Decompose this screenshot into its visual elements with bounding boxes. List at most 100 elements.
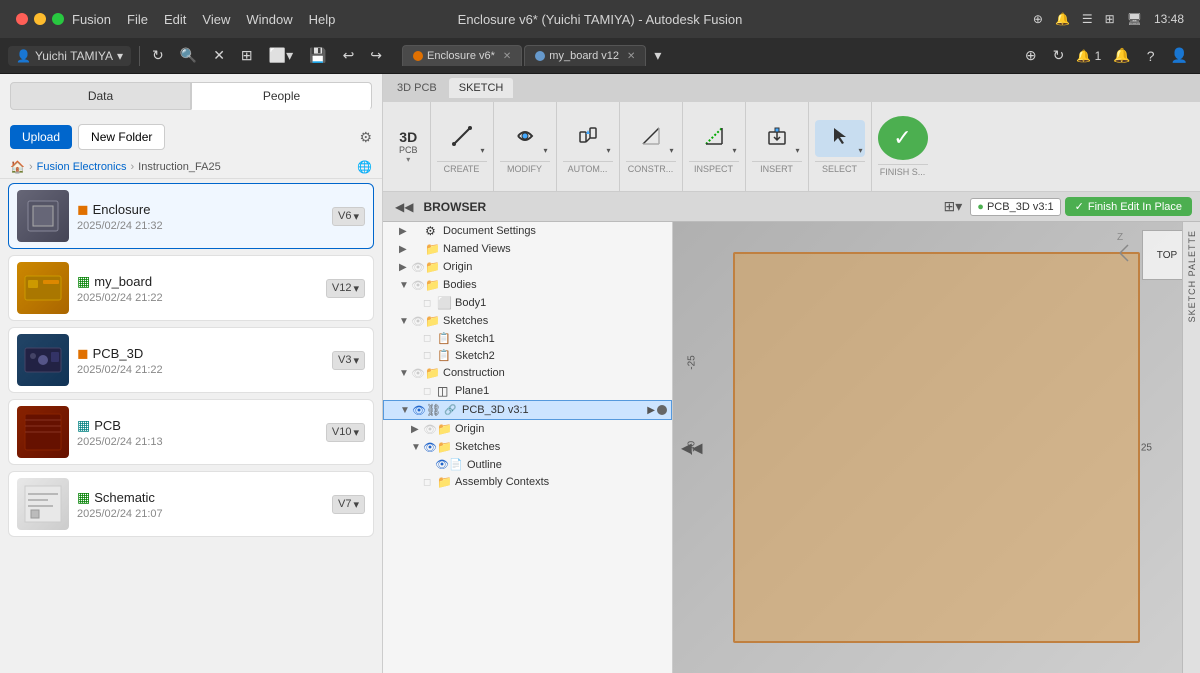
version-badge-myboard[interactable]: V12▾: [326, 279, 365, 298]
tab-enclosure[interactable]: Enclosure v6* ✕: [402, 45, 522, 66]
browser-collapse-button[interactable]: ◀◀: [391, 198, 417, 216]
autom-button[interactable]: ▾: [563, 120, 613, 157]
view-options-button[interactable]: ⬜▾: [265, 45, 297, 66]
add-tab-button[interactable]: ⊕: [1021, 45, 1041, 66]
data-tab[interactable]: Data: [10, 82, 191, 110]
help-button[interactable]: ?: [1143, 46, 1159, 66]
alerts-button[interactable]: 🔔: [1109, 45, 1134, 66]
breadcrumb-fusion-electronics[interactable]: Fusion Electronics: [37, 161, 127, 173]
upload-button[interactable]: Upload: [10, 125, 72, 149]
expand-icon[interactable]: ▼: [399, 280, 411, 291]
visibility-icon[interactable]: ◻: [423, 298, 437, 309]
pcb3d-expand-right[interactable]: ▶: [647, 405, 655, 416]
modify-button[interactable]: ▾: [500, 120, 550, 157]
tab-close-enclosure[interactable]: ✕: [503, 51, 511, 62]
file-item-pcb3d[interactable]: ◼ PCB_3D 2025/02/24 21:22 V3▾: [8, 327, 374, 393]
tree-pcb3d[interactable]: ▼ 👁 ⛓ 🔗 PCB_3D v3:1 ▶: [383, 400, 672, 420]
create-line-button[interactable]: ▾: [437, 120, 487, 157]
version-badge-enclosure[interactable]: V6▾: [332, 207, 365, 226]
eye-icon[interactable]: 👁: [412, 404, 426, 417]
version-badge-pcb[interactable]: V10▾: [326, 423, 365, 442]
inspect-button[interactable]: ▾: [689, 120, 739, 157]
home-icon[interactable]: 🏠: [10, 160, 25, 174]
search-button[interactable]: 🔍: [176, 45, 201, 66]
menu-fusion[interactable]: Fusion: [72, 12, 111, 27]
notification-count[interactable]: 🔔 1: [1076, 49, 1101, 63]
visibility-icon[interactable]: ◻: [423, 477, 437, 488]
menu-view[interactable]: View: [202, 12, 230, 27]
browser-expand-button[interactable]: ◀◀: [681, 439, 703, 456]
browser-grid-button[interactable]: ⊞▾: [939, 196, 966, 217]
save-button[interactable]: 💾: [305, 45, 330, 66]
grid-button[interactable]: ⊞: [237, 45, 257, 66]
visibility-icon[interactable]: 👁: [411, 261, 425, 274]
expand-icon[interactable]: ▼: [399, 316, 411, 327]
siri-icon[interactable]: ⊕: [1033, 12, 1043, 26]
display-icon[interactable]: 🖥: [1127, 12, 1142, 26]
constr-button[interactable]: ▾: [626, 120, 676, 157]
notification-icon[interactable]: 🔔: [1055, 12, 1070, 26]
finish-button[interactable]: ✓: [878, 116, 928, 160]
refresh-button[interactable]: ↻: [148, 45, 168, 66]
tree-pcb3d-sketches[interactable]: ▼ 👁 📁 Sketches: [383, 438, 672, 456]
select-button[interactable]: ▾: [815, 120, 865, 157]
globe-icon[interactable]: 🌐: [357, 160, 372, 174]
refresh-docs-button[interactable]: ↻: [1049, 45, 1069, 66]
redo-button[interactable]: ↪: [366, 45, 386, 66]
visibility-icon[interactable]: 👁: [411, 279, 425, 292]
user-button[interactable]: 👤 Yuichi TAMIYA ▾: [8, 46, 131, 66]
tree-outline[interactable]: ▶ 👁 📄 Outline: [383, 456, 672, 473]
visibility-icon[interactable]: 👁: [435, 458, 449, 471]
tree-sketch1[interactable]: ▶ ◻ 📋 Sketch1: [383, 330, 672, 347]
tree-sketch2[interactable]: ▶ ◻ 📋 Sketch2: [383, 347, 672, 364]
tab-sketch[interactable]: SKETCH: [449, 78, 514, 98]
panel-settings-icon[interactable]: ⚙: [359, 129, 372, 146]
file-item-pcb[interactable]: ▦ PCB 2025/02/24 21:13 V10▾: [8, 399, 374, 465]
menu-file[interactable]: File: [127, 12, 148, 27]
finish-edit-button[interactable]: ✓ Finish Edit In Place: [1065, 197, 1192, 216]
tree-origin[interactable]: ▶ 👁 📁 Origin: [383, 258, 672, 276]
minimize-button[interactable]: [34, 13, 46, 25]
viewport[interactable]: 25 -50 -25 TOP Z ◀◀: [673, 222, 1200, 673]
visibility-icon[interactable]: ◻: [423, 333, 437, 344]
expand-icon[interactable]: ▼: [400, 405, 412, 416]
undo-button[interactable]: ↩: [339, 45, 359, 66]
visibility-icon[interactable]: 👁: [423, 441, 437, 454]
profile-button[interactable]: 👤: [1167, 45, 1192, 66]
tree-construction[interactable]: ▼ 👁 📁 Construction: [383, 364, 672, 382]
visibility-icon[interactable]: 👁: [411, 367, 425, 380]
pcb3d-badge[interactable]: ● PCB_3D v3:1: [970, 198, 1060, 216]
file-item-enclosure[interactable]: ◼ Enclosure 2025/02/24 21:32 V6▾: [8, 183, 374, 249]
tree-named-views[interactable]: ▶ 📁 Named Views: [383, 240, 672, 258]
visibility-icon[interactable]: ◻: [423, 386, 437, 397]
3dpcb-button[interactable]: 3D PCB ▾: [387, 102, 431, 191]
pcb3d-options-icon[interactable]: [657, 405, 667, 415]
visibility-icon[interactable]: 👁: [423, 423, 437, 436]
tree-body1[interactable]: ▶ ◻ ⬜ Body1: [383, 294, 672, 312]
tree-pcb3d-origin[interactable]: ▶ 👁 📁 Origin: [383, 420, 672, 438]
visibility-icon[interactable]: ◻: [423, 350, 437, 361]
expand-icon[interactable]: ▶: [411, 424, 423, 435]
expand-icon[interactable]: ▶: [399, 226, 411, 237]
version-badge-schematic[interactable]: V7▾: [332, 495, 365, 514]
tree-assembly-contexts[interactable]: ▶ ◻ 📁 Assembly Contexts: [383, 473, 672, 491]
menu-help[interactable]: Help: [309, 12, 336, 27]
tree-document-settings[interactable]: ▶ ⚙ Document Settings: [383, 222, 672, 240]
expand-icon[interactable]: ▼: [411, 442, 423, 453]
menu-edit[interactable]: Edit: [164, 12, 186, 27]
visibility-icon[interactable]: 👁: [411, 315, 425, 328]
tab-more-button[interactable]: ▾: [648, 45, 667, 66]
tab-3dpcb[interactable]: 3D PCB: [387, 78, 447, 98]
close-button[interactable]: [16, 13, 28, 25]
tab-close-myboard[interactable]: ✕: [627, 51, 635, 62]
close-button-toolbar[interactable]: ✕: [209, 45, 229, 66]
tree-bodies[interactable]: ▼ 👁 📁 Bodies: [383, 276, 672, 294]
menu-window[interactable]: Window: [246, 12, 292, 27]
control-center-icon[interactable]: ☰: [1082, 12, 1093, 26]
tab-myboard[interactable]: my_board v12 ✕: [524, 45, 646, 66]
tree-plane1[interactable]: ▶ ◻ ◫ Plane1: [383, 382, 672, 400]
menu-extras-icon[interactable]: ⊞: [1105, 12, 1115, 26]
expand-icon[interactable]: ▶: [399, 244, 411, 255]
file-item-schematic[interactable]: ▦ Schematic 2025/02/24 21:07 V7▾: [8, 471, 374, 537]
file-item-myboard[interactable]: ▦ my_board 2025/02/24 21:22 V12▾: [8, 255, 374, 321]
